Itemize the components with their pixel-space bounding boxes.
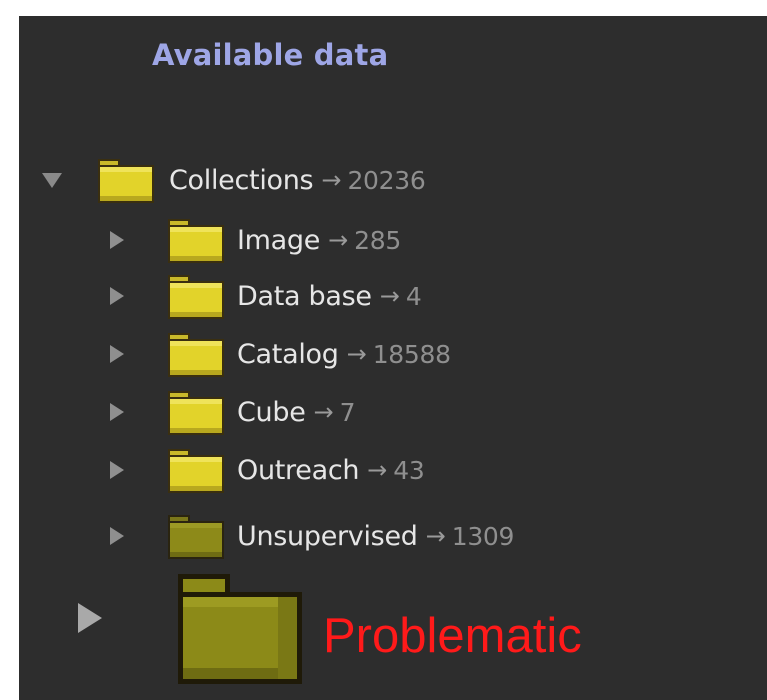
folder-icon (167, 446, 225, 494)
tree-item-outreach[interactable]: Outreach → 43 (110, 446, 425, 494)
expand-triangle-icon[interactable] (42, 172, 62, 188)
item-count: 7 (339, 397, 356, 427)
tree-item-label: Unsupervised (237, 520, 418, 552)
arrow-glyph: → (328, 226, 349, 254)
enlarged-collapsed-triangle-icon (78, 603, 102, 633)
tree-item-label: Image (237, 224, 321, 256)
collapsed-triangle-icon[interactable] (110, 461, 124, 479)
tree-item-label: Catalog (237, 338, 339, 370)
folder-icon (167, 330, 225, 378)
arrow-glyph: → (313, 398, 334, 426)
tree-item-unsupervised[interactable]: Unsupervised → 1309 (110, 512, 514, 560)
arrow-glyph: → (379, 282, 400, 310)
tree-item-image[interactable]: Image → 285 (110, 216, 401, 264)
item-count: 20236 (347, 165, 426, 195)
tree-item-label: Data base (237, 280, 372, 312)
collapsed-triangle-icon[interactable] (110, 287, 124, 305)
tree-item-catalog[interactable]: Catalog → 18588 (110, 330, 451, 378)
collapsed-triangle-icon[interactable] (110, 527, 124, 545)
collapsed-triangle-icon[interactable] (110, 231, 124, 249)
tree-item-cube[interactable]: Cube → 7 (110, 388, 356, 436)
problematic-annotation: Problematic (323, 609, 582, 663)
tree-item-label: Collections (169, 164, 314, 196)
arrow-glyph: → (367, 456, 388, 484)
tree-item-data-base[interactable]: Data base → 4 (110, 272, 422, 320)
tree-item-collections[interactable]: Collections → 20236 (42, 156, 426, 204)
folder-icon (167, 272, 225, 320)
folder-icon-dim (167, 512, 225, 560)
arrow-glyph: → (346, 340, 367, 368)
folder-icon-enlarged (178, 574, 302, 688)
item-count: 43 (393, 455, 425, 485)
item-count: 4 (405, 281, 422, 311)
tree-item-label: Cube (237, 396, 306, 428)
panel-title: Available data (152, 38, 389, 72)
arrow-glyph: → (321, 166, 342, 194)
item-count: 285 (354, 225, 401, 255)
collapsed-triangle-icon[interactable] (110, 345, 124, 363)
item-count: 18588 (372, 339, 451, 369)
folder-icon (167, 216, 225, 264)
arrow-glyph: → (425, 522, 446, 550)
collapsed-triangle-icon[interactable] (110, 403, 124, 421)
item-count: 1309 (451, 521, 515, 551)
tree-item-label: Outreach (237, 454, 360, 486)
folder-icon (97, 156, 155, 204)
folder-icon (167, 388, 225, 436)
